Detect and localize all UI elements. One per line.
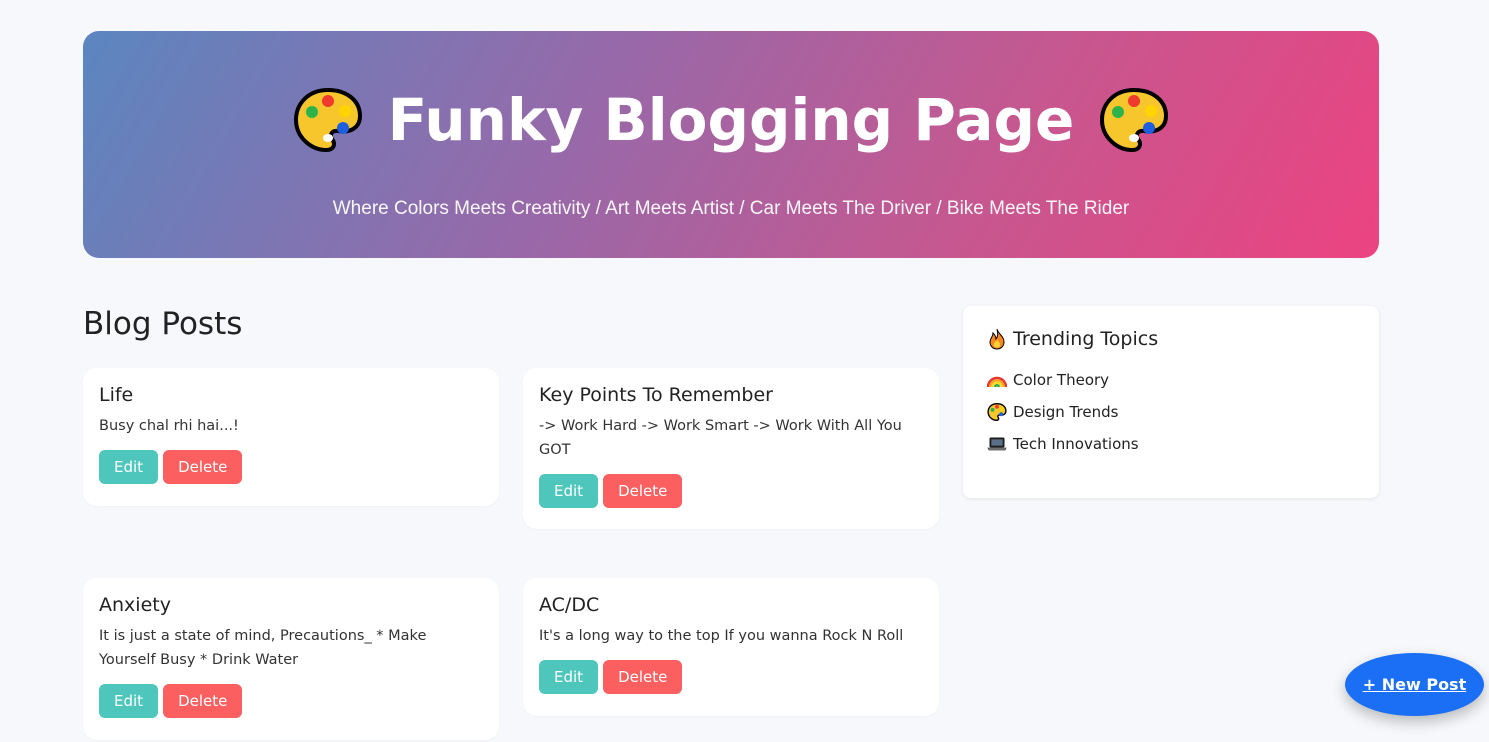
laptop-icon bbox=[987, 434, 1007, 454]
post-title: Key Points To Remember bbox=[539, 384, 773, 406]
sidebar-header: Trending Topics bbox=[987, 328, 1355, 350]
page-title: Funky Blogging Page bbox=[387, 86, 1075, 154]
post-card: AC/DC It's a long way to the top If you … bbox=[523, 578, 939, 716]
trending-item-label: Color Theory bbox=[1013, 371, 1110, 389]
post-actions: Edit Delete bbox=[539, 660, 923, 694]
post-body: Busy chal rhi hai...! bbox=[99, 418, 239, 434]
sidebar-title: Trending Topics bbox=[1013, 328, 1159, 350]
palette-icon bbox=[293, 87, 362, 153]
post-actions: Edit Delete bbox=[99, 450, 483, 484]
post-card: Life Busy chal rhi hai...! Edit Delete bbox=[83, 368, 499, 506]
post-body: -> Work Hard -> Work Smart -> Work With … bbox=[539, 418, 902, 458]
header-banner: Funky Blogging Page Where Colors Meets C… bbox=[83, 31, 1379, 258]
trending-item-label: Tech Innovations bbox=[1013, 435, 1139, 453]
edit-button[interactable]: Edit bbox=[539, 660, 599, 694]
delete-button[interactable]: Delete bbox=[163, 450, 243, 484]
delete-button[interactable]: Delete bbox=[163, 684, 243, 718]
post-body: It is just a state of mind, Precautions_… bbox=[99, 628, 427, 668]
new-post-button[interactable]: + New Post bbox=[1345, 653, 1484, 716]
post-title: AC/DC bbox=[539, 594, 600, 616]
trending-sidebar: Trending Topics Color Theory Design Tren… bbox=[963, 306, 1379, 498]
edit-button[interactable]: Edit bbox=[99, 450, 159, 484]
trending-item-label: Design Trends bbox=[1013, 403, 1119, 421]
trending-list: Color Theory Design Trends Tech Innovati… bbox=[987, 364, 1355, 460]
palette-icon bbox=[1100, 87, 1169, 153]
delete-button[interactable]: Delete bbox=[603, 474, 683, 508]
post-actions: Edit Delete bbox=[539, 474, 923, 508]
post-card: Key Points To Remember -> Work Hard -> W… bbox=[523, 368, 939, 529]
rainbow-icon bbox=[987, 370, 1007, 390]
post-title: Life bbox=[99, 384, 134, 406]
trending-item[interactable]: Tech Innovations bbox=[987, 428, 1355, 460]
edit-button[interactable]: Edit bbox=[99, 684, 159, 718]
page-subtitle: Where Colors Meets Creativity / Art Meet… bbox=[332, 198, 1130, 219]
delete-button[interactable]: Delete bbox=[603, 660, 683, 694]
post-actions: Edit Delete bbox=[99, 684, 483, 718]
post-card: Anxiety It is just a state of mind, Prec… bbox=[83, 578, 499, 740]
edit-button[interactable]: Edit bbox=[539, 474, 599, 508]
post-body: It's a long way to the top If you wanna … bbox=[539, 628, 904, 644]
section-title: Blog Posts bbox=[83, 306, 243, 342]
fire-icon bbox=[987, 328, 1007, 350]
trending-item[interactable]: Color Theory bbox=[987, 364, 1355, 396]
palette-icon bbox=[987, 402, 1007, 422]
trending-item[interactable]: Design Trends bbox=[987, 396, 1355, 428]
post-title: Anxiety bbox=[99, 594, 171, 616]
header-title-row: Funky Blogging Page bbox=[83, 79, 1379, 161]
